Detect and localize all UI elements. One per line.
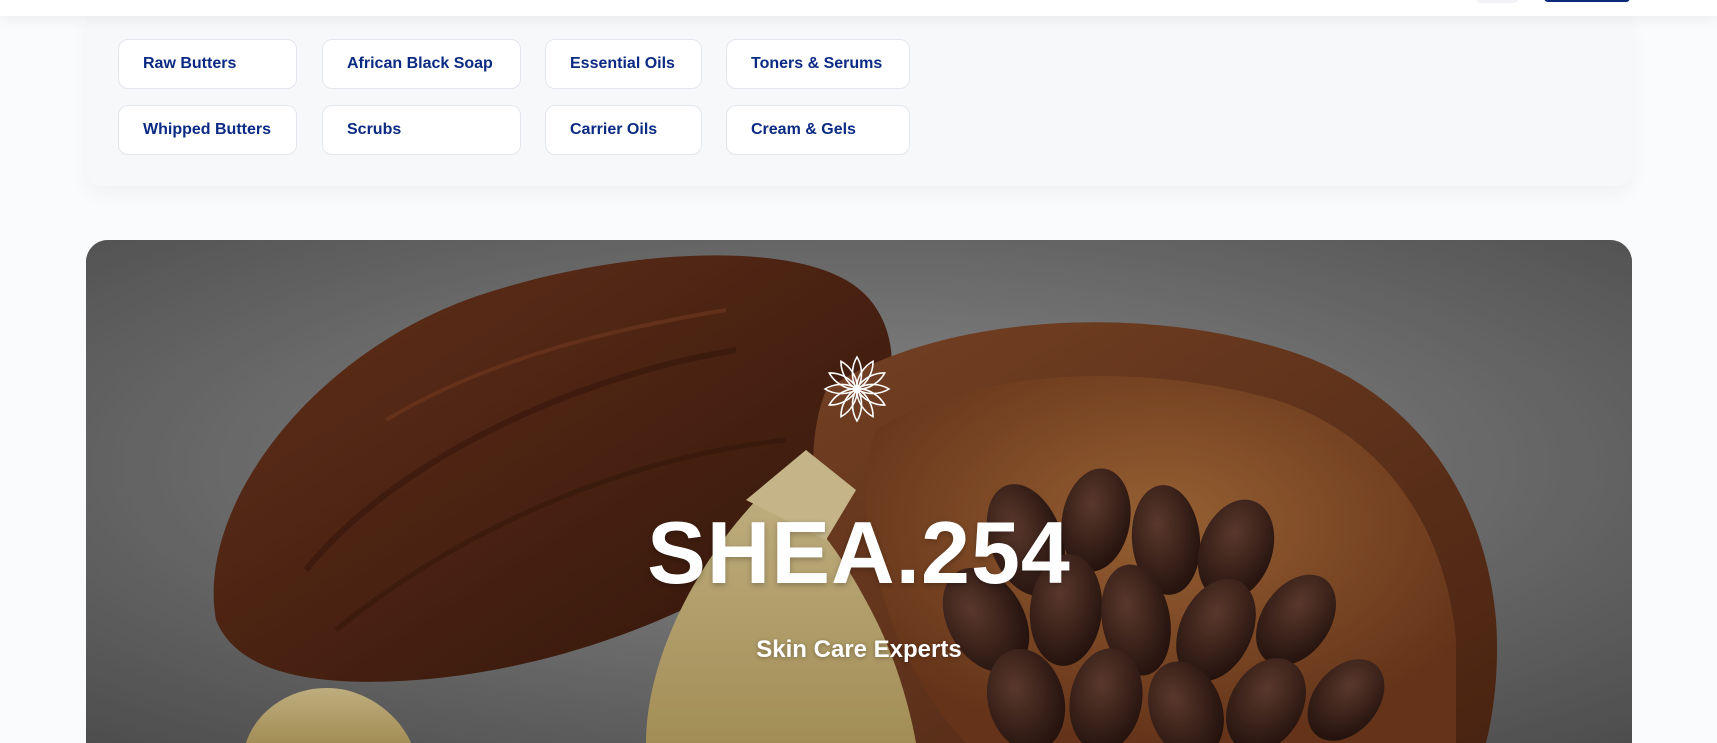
- category-scrubs[interactable]: Scrubs: [322, 105, 521, 155]
- nav-primary-button[interactable]: [1544, 0, 1630, 2]
- category-toners-serums[interactable]: Toners & Serums: [726, 39, 910, 89]
- category-carrier-oils[interactable]: Carrier Oils: [545, 105, 702, 155]
- category-raw-butters[interactable]: Raw Butters: [118, 39, 297, 89]
- category-whipped-butters[interactable]: Whipped Butters: [118, 105, 297, 155]
- hero-background-image: [86, 240, 1632, 743]
- category-menu-panel: Raw Butters African Black Soap Essential…: [86, 16, 1632, 186]
- top-navigation-bar: [0, 0, 1717, 16]
- category-african-black-soap[interactable]: African Black Soap: [322, 39, 521, 89]
- lotus-flower-icon: [823, 355, 891, 423]
- category-cream-gels[interactable]: Cream & Gels: [726, 105, 910, 155]
- category-essential-oils[interactable]: Essential Oils: [545, 39, 702, 89]
- hero-banner: SHEA.254 Skin Care Experts: [86, 240, 1632, 743]
- hero-title: SHEA.254: [647, 503, 1071, 602]
- nav-icon-button[interactable]: [1476, 0, 1518, 3]
- hero-subtitle: Skin Care Experts: [756, 636, 962, 663]
